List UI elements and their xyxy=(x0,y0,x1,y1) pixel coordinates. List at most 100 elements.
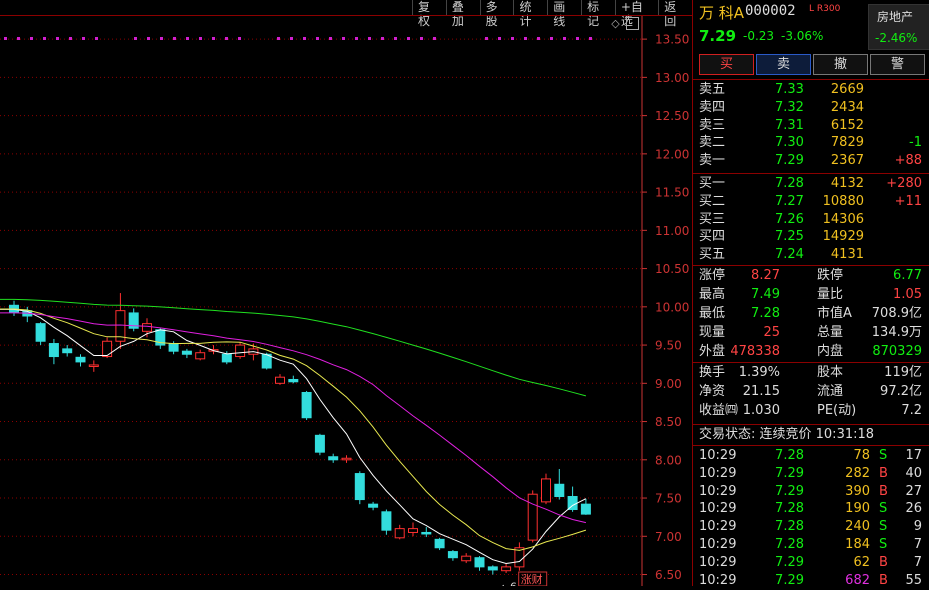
stat-label: 股本 xyxy=(817,365,844,380)
candle-body[interactable] xyxy=(88,364,99,367)
signal-dot xyxy=(69,37,72,40)
candle-body[interactable] xyxy=(195,352,206,360)
bid-delta: +280 xyxy=(886,176,922,191)
ask-volume: 2367 xyxy=(830,153,864,169)
candle-body[interactable] xyxy=(487,566,498,571)
candle-body[interactable] xyxy=(527,493,538,541)
tick-time: 10:29 xyxy=(699,537,737,552)
candle-body[interactable] xyxy=(221,353,232,363)
tick-row[interactable]: 10:29 7.29 390 B 27 xyxy=(693,483,929,501)
buy-button[interactable]: 买 xyxy=(699,54,754,75)
tick-row[interactable]: 10:29 7.28 190 S 26 xyxy=(693,500,929,518)
candle-body[interactable] xyxy=(461,555,472,562)
toolbar-btn-1[interactable]: 叠加 xyxy=(445,0,480,28)
toolbar-btn-0[interactable]: 复权 xyxy=(412,0,446,28)
ask-row[interactable]: 卖四 7.32 2434 xyxy=(693,99,929,117)
candle-body[interactable] xyxy=(275,376,285,384)
ask-price: 7.30 xyxy=(775,135,804,151)
chart-toolbar: 复权 叠加 多股 统计 画线 标记 +自选 返回 xyxy=(412,0,692,28)
candle-body[interactable] xyxy=(48,343,59,358)
stat-value: 478338 xyxy=(730,344,780,359)
candle-body[interactable] xyxy=(314,434,325,453)
candle-body[interactable] xyxy=(235,344,246,358)
candle-body[interactable] xyxy=(62,348,73,354)
toolbar-btn-2[interactable]: 多股 xyxy=(479,0,514,28)
candle-body[interactable] xyxy=(421,531,432,535)
bid-row[interactable]: 买五 7.24 4131 xyxy=(693,246,929,264)
candle-body[interactable] xyxy=(474,557,485,568)
candle-body[interactable] xyxy=(354,473,365,501)
signal-dot xyxy=(290,37,293,40)
tick-price: 7.29 xyxy=(775,554,804,570)
stat-value: 708.9亿 xyxy=(871,306,922,321)
kline-chart[interactable]: 13.50 13.00 12.50 12.00 11.50 11.00 10.50 10.00… xyxy=(0,0,692,586)
candle-body[interactable] xyxy=(408,528,418,533)
divider xyxy=(693,362,929,363)
tick-row[interactable]: 10:29 7.29 282 B 40 xyxy=(693,465,929,483)
bid-row[interactable]: 买二 7.27 10880 +11 xyxy=(693,193,929,211)
sell-button[interactable]: 卖 xyxy=(756,54,811,75)
tick-side: B xyxy=(879,483,888,499)
bid-label: 买二 xyxy=(699,193,726,209)
candle-body[interactable] xyxy=(447,551,458,559)
candle-body[interactable] xyxy=(301,391,312,419)
candle-body[interactable] xyxy=(75,356,86,363)
y-tick-label: 6.50 xyxy=(655,568,682,582)
signal-dot xyxy=(17,37,20,40)
candle-body[interactable] xyxy=(102,340,113,358)
tick-row[interactable]: 10:29 7.28 78 S 17 xyxy=(693,447,929,465)
divider xyxy=(693,445,929,446)
ask-row[interactable]: 卖三 7.31 6152 xyxy=(693,117,929,135)
ask-row[interactable]: 卖二 7.30 7829 -1 xyxy=(693,134,929,152)
stat-value: 21.15 xyxy=(742,384,780,399)
candle-body[interactable] xyxy=(181,350,192,355)
candle-body[interactable] xyxy=(580,503,591,515)
alert-button[interactable]: 警 xyxy=(870,54,925,75)
toolbar-btn-4[interactable]: 画线 xyxy=(547,0,581,28)
tick-row[interactable]: 10:29 7.29 682 B 55 xyxy=(693,572,929,590)
candle-body[interactable] xyxy=(554,483,565,498)
candle-body[interactable] xyxy=(394,528,405,539)
candle-body[interactable] xyxy=(35,323,46,342)
tick-row[interactable]: 10:29 7.28 184 S 7 xyxy=(693,536,929,554)
sector-box[interactable]: 房地产 -2.46% xyxy=(868,4,929,50)
candle-body[interactable] xyxy=(501,566,512,572)
tick-price: 7.28 xyxy=(775,519,804,535)
toolbar-btn-3[interactable]: 统计 xyxy=(513,0,547,28)
y-tick-label: 10.50 xyxy=(655,262,689,276)
price-change-pct: -3.06% xyxy=(781,29,824,43)
bid-row[interactable]: 买三 7.26 14306 xyxy=(693,211,929,229)
toolbar-btn-7[interactable]: 返回 xyxy=(658,0,692,28)
candle-body[interactable] xyxy=(381,511,392,531)
stat-value: 25 xyxy=(763,325,780,340)
ask-row[interactable]: 卖五 7.33 2669 xyxy=(693,81,929,99)
candle-body[interactable] xyxy=(328,456,339,461)
candle-body[interactable] xyxy=(288,378,299,383)
signal-dot xyxy=(511,37,514,40)
candle-body[interactable] xyxy=(368,503,379,508)
y-tick-label: 9.00 xyxy=(655,377,682,391)
tick-row[interactable]: 10:29 7.29 62 B 7 xyxy=(693,554,929,572)
signal-dot xyxy=(277,37,280,40)
candle-body[interactable] xyxy=(142,323,152,332)
stat-value: 97.2亿 xyxy=(880,384,922,399)
candle-body[interactable] xyxy=(341,457,352,461)
ask-row[interactable]: 卖一 7.29 2367 +88 xyxy=(693,152,929,170)
diamond-icon[interactable]: ◇ xyxy=(609,17,622,30)
candle-body[interactable] xyxy=(434,538,445,549)
candle-body[interactable] xyxy=(168,343,179,352)
ask-label: 卖二 xyxy=(699,135,726,151)
trade-status: 交易状态: 连续竞价 10:31:18 xyxy=(693,426,929,444)
bid-row[interactable]: 买一 7.28 4132 +280 xyxy=(693,175,929,193)
divider xyxy=(693,424,929,425)
toolbar-btn-5[interactable]: 标记 xyxy=(581,0,615,28)
candle-body[interactable] xyxy=(541,478,551,503)
bid-volume: 4131 xyxy=(830,247,864,263)
bid-row[interactable]: 买四 7.25 14929 xyxy=(693,228,929,246)
toolbar-btn-6[interactable]: +自选 xyxy=(614,0,658,28)
tick-row[interactable]: 10:29 7.28 240 S 9 xyxy=(693,518,929,536)
cancel-order-button[interactable]: 撤 xyxy=(813,54,868,75)
kline-svg[interactable]: 13.50 13.00 12.50 12.00 11.50 11.00 10.50 10.00… xyxy=(0,0,692,586)
window-toggle-icon[interactable] xyxy=(626,17,639,30)
y-tick-label: 13.50 xyxy=(655,33,689,47)
